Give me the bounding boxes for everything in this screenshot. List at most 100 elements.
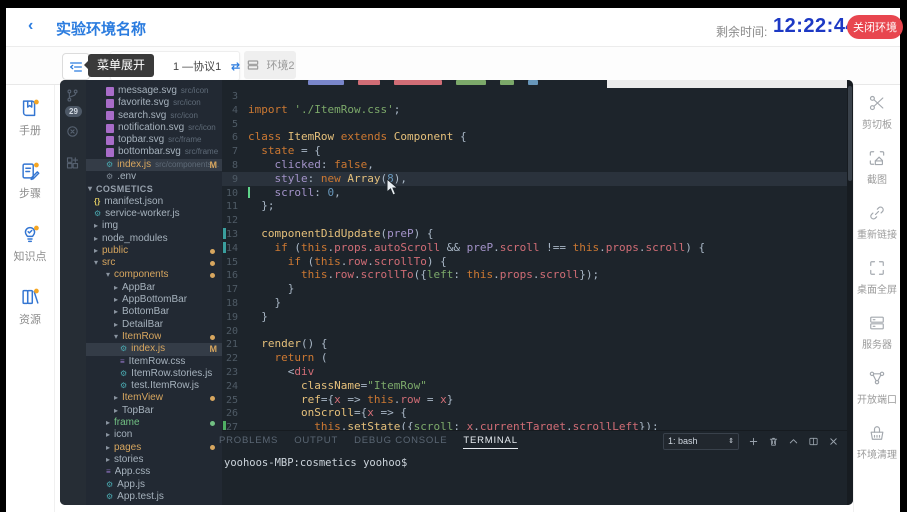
tree-item-pages[interactable]: ▸pages bbox=[86, 442, 222, 454]
tree-item-ItemView[interactable]: ▸ItemView bbox=[86, 392, 222, 404]
code-line-10[interactable]: 10 scroll: 0, bbox=[222, 186, 847, 200]
extensions-icon[interactable] bbox=[65, 156, 81, 172]
code-line-14[interactable]: 14 if (this.props.autoScroll && preP.scr… bbox=[222, 241, 847, 255]
vertical-scrollbar[interactable] bbox=[847, 80, 853, 505]
tree-item-icon[interactable]: ▸icon bbox=[86, 429, 222, 441]
sidebar-item-server[interactable]: 服务器 bbox=[862, 313, 892, 351]
panel-tab-output[interactable]: OUTPUT bbox=[294, 435, 338, 449]
line-number: 11 bbox=[222, 200, 248, 214]
source-control-badge: 29 bbox=[65, 106, 82, 117]
tree-item-BottomBar[interactable]: ▸BottomBar bbox=[86, 306, 222, 318]
tree-item-frame[interactable]: ▸frame bbox=[86, 417, 222, 429]
code-line-21[interactable]: 21 render() { bbox=[222, 337, 847, 351]
code-line-27[interactable]: 27 this.setState({scroll: x.currentTarge… bbox=[222, 420, 847, 430]
sidebar-item-knowledge[interactable]: 知识点 bbox=[14, 223, 47, 264]
code-line-24[interactable]: 24 className="ItemRow" bbox=[222, 379, 847, 393]
tree-section-cosmetics[interactable]: ▾COSMETICS bbox=[86, 183, 222, 195]
terminal-prompt[interactable]: yoohoos-MBP:cosmetics yoohoo$ bbox=[224, 457, 407, 469]
close-environment-button[interactable]: 关闭环境 bbox=[847, 15, 903, 39]
debug-icon[interactable] bbox=[65, 124, 81, 140]
terminal-shell-select[interactable]: 1: bash⇕ bbox=[663, 433, 739, 450]
remote-ide-view[interactable]: 29 message.svgsrc/iconfavorite.svgsrc/ic… bbox=[60, 80, 853, 505]
file-icon-js: ⚙ bbox=[106, 161, 113, 169]
tree-item-public[interactable]: ▸public bbox=[86, 245, 222, 257]
tree-item-AppBar[interactable]: ▸AppBar bbox=[86, 282, 222, 294]
code-line-26[interactable]: 26 onScroll={x => { bbox=[222, 406, 847, 420]
tree-item-message.svg[interactable]: message.svgsrc/icon bbox=[86, 85, 222, 97]
code-line-9[interactable]: 9 style: new Array(8), bbox=[222, 172, 847, 186]
tree-item-topbar.svg[interactable]: topbar.svgsrc/frame bbox=[86, 134, 222, 146]
tree-section-commits[interactable]: ▸COMMITS bbox=[86, 503, 222, 505]
left-sidebar: 手册步骤知识点资源 bbox=[6, 85, 55, 512]
tree-item-ItemRow[interactable]: ▾ItemRow bbox=[86, 331, 222, 343]
back-icon[interactable]: ‹ bbox=[28, 17, 33, 35]
tree-item-App.js[interactable]: ⚙App.js bbox=[86, 479, 222, 491]
tree-item-test.ItemRow.js[interactable]: ⚙test.ItemRow.js bbox=[86, 380, 222, 392]
code-line-5[interactable]: 5 bbox=[222, 117, 847, 131]
code-line-20[interactable]: 20 bbox=[222, 324, 847, 338]
panel-tab-problems[interactable]: PROBLEMS bbox=[219, 435, 278, 449]
sidebar-item-ports[interactable]: 开放端口 bbox=[857, 368, 897, 406]
tree-item-bottombar.svg[interactable]: bottombar.svgsrc/frame bbox=[86, 146, 222, 158]
tree-item-ItemRow.css[interactable]: ≡ItemRow.css bbox=[86, 356, 222, 368]
tree-item-AppBottomBar[interactable]: ▸AppBottomBar bbox=[86, 294, 222, 306]
sidebar-item-relink[interactable]: 重新链接 bbox=[857, 203, 897, 241]
tree-item-DetailBar[interactable]: ▸DetailBar bbox=[86, 319, 222, 331]
code-line-16[interactable]: 16 this.row.scrollTo({left: this.props.s… bbox=[222, 268, 847, 282]
scrollbar-thumb[interactable] bbox=[848, 86, 852, 181]
tree-item-App.css[interactable]: ≡App.css bbox=[86, 466, 222, 478]
code-line-15[interactable]: 15 if (this.row.scrollTo) { bbox=[222, 255, 847, 269]
tab-environment-2[interactable]: 环境2 bbox=[244, 51, 296, 79]
tree-item-TopBar[interactable]: ▸TopBar bbox=[86, 405, 222, 417]
close-panel-icon[interactable] bbox=[828, 436, 839, 447]
code-line-7[interactable]: 7 state = { bbox=[222, 144, 847, 158]
code-line-12[interactable]: 12 bbox=[222, 213, 847, 227]
source-control-icon[interactable] bbox=[65, 88, 81, 104]
code-line-13[interactable]: 13 componentDidUpdate(preP) { bbox=[222, 227, 847, 241]
sidebar-item-steps[interactable]: 步骤 bbox=[19, 160, 41, 201]
tree-item-manifest.json[interactable]: {}manifest.json bbox=[86, 196, 222, 208]
tree-item-stories[interactable]: ▸stories bbox=[86, 454, 222, 466]
panel-tab-terminal[interactable]: TERMINAL bbox=[463, 435, 517, 449]
tree-item-components[interactable]: ▾components bbox=[86, 269, 222, 281]
tree-item-.env[interactable]: ⚙.env bbox=[86, 171, 222, 183]
sidebar-item-fullscreen[interactable]: 桌面全屏 bbox=[857, 258, 897, 296]
code-line-8[interactable]: 8 clicked: false, bbox=[222, 158, 847, 172]
chevron-right-icon: ▸ bbox=[114, 294, 122, 306]
tree-item-img[interactable]: ▸img bbox=[86, 220, 222, 232]
kill-terminal-icon[interactable] bbox=[768, 436, 779, 447]
tree-item-node_modules[interactable]: ▸node_modules bbox=[86, 233, 222, 245]
code-line-17[interactable]: 17 } bbox=[222, 282, 847, 296]
sidebar-item-clipboard[interactable]: 剪切板 bbox=[862, 93, 892, 131]
tree-item-index.js[interactable]: ⚙index.jsM bbox=[86, 343, 222, 355]
split-terminal-icon[interactable] bbox=[808, 436, 819, 447]
tree-item-service-worker.js[interactable]: ⚙service-worker.js bbox=[86, 208, 222, 220]
code-line-19[interactable]: 19 } bbox=[222, 310, 847, 324]
tree-item-App.test.js[interactable]: ⚙App.test.js bbox=[86, 491, 222, 503]
sidebar-item-clean[interactable]: 环境清理 bbox=[857, 423, 897, 461]
code-line-11[interactable]: 11 }; bbox=[222, 199, 847, 213]
code-line-3[interactable]: 3 bbox=[222, 89, 847, 103]
tree-item-favorite.svg[interactable]: favorite.svgsrc/icon bbox=[86, 97, 222, 109]
tree-item-src[interactable]: ▾src bbox=[86, 257, 222, 269]
tree-item-notification.svg[interactable]: notification.svgsrc/icon bbox=[86, 122, 222, 134]
tree-item-ItemRow.stories.js[interactable]: ⚙ItemRow.stories.js bbox=[86, 368, 222, 380]
sidebar-item-screenshot[interactable]: 截图 bbox=[867, 148, 887, 186]
code-line-18[interactable]: 18 } bbox=[222, 296, 847, 310]
code-line-23[interactable]: 23 <div bbox=[222, 365, 847, 379]
code-line-6[interactable]: 6class ItemRow extends Component { bbox=[222, 130, 847, 144]
code-line-22[interactable]: 22 return ( bbox=[222, 351, 847, 365]
tree-item-index.js[interactable]: ⚙index.jssrc/components…M bbox=[86, 159, 222, 171]
chevron-right-icon: ▸ bbox=[114, 405, 122, 417]
code-editor[interactable]: 34import './ItemRow.css';56class ItemRow… bbox=[222, 80, 847, 430]
sidebar-item-manual[interactable]: 手册 bbox=[19, 97, 41, 138]
swap-protocol-icon[interactable] bbox=[229, 60, 242, 73]
sidebar-item-resource[interactable]: 资源 bbox=[19, 286, 41, 327]
maximize-panel-icon[interactable] bbox=[788, 436, 799, 447]
tree-item-search.svg[interactable]: search.svgsrc/icon bbox=[86, 110, 222, 122]
file-icon-css: ≡ bbox=[106, 468, 111, 476]
panel-tab-debug-console[interactable]: DEBUG CONSOLE bbox=[354, 435, 447, 449]
new-terminal-icon[interactable] bbox=[748, 436, 759, 447]
code-line-4[interactable]: 4import './ItemRow.css'; bbox=[222, 103, 847, 117]
code-line-25[interactable]: 25 ref={x => this.row = x} bbox=[222, 393, 847, 407]
